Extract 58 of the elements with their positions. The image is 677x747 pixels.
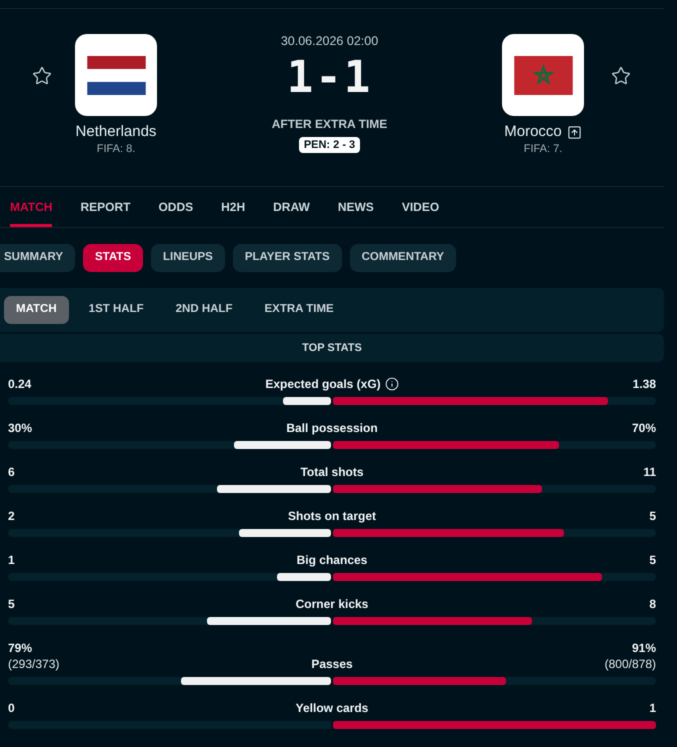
score-text: 1-1 <box>286 58 372 98</box>
nav-tab[interactable]: VIDEO <box>402 187 440 227</box>
section-tab[interactable]: COMMENTARY <box>350 244 456 272</box>
away-stat-value: 1 <box>649 700 656 716</box>
section-tab[interactable]: STATS <box>83 244 143 272</box>
stat-label: Ball possession <box>286 420 378 436</box>
away-stat-detail: (800/878) <box>604 656 656 672</box>
period-tab[interactable]: MATCH <box>4 296 69 324</box>
stat-label: Shots on target <box>288 508 376 524</box>
team-name[interactable]: Morocco <box>504 124 562 140</box>
home-stat-value: 1 <box>8 552 15 568</box>
home-stat-value: 79% <box>8 640 32 656</box>
away-stat-value: 5 <box>649 552 656 568</box>
stat-label: Expected goals (xG) <box>265 376 381 392</box>
nav-tab[interactable]: ODDS <box>158 187 194 227</box>
fifa-ranking: FIFA: 7. <box>524 143 562 155</box>
home-stat-value: 6 <box>8 464 15 480</box>
fifa-ranking: FIFA: 8. <box>96 143 136 155</box>
away-stat-value: 11 <box>643 464 656 480</box>
penalty-score-badge: PEN: 2 - 3 <box>298 137 360 153</box>
nav-tab[interactable]: H2H <box>221 187 246 227</box>
info-icon[interactable] <box>384 377 399 391</box>
team-name[interactable]: Netherlands <box>76 124 156 140</box>
stat-label: Yellow cards <box>296 700 368 716</box>
favorite-star-icon[interactable] <box>32 66 52 86</box>
home-stat-value: 0 <box>8 700 15 716</box>
section-tab[interactable]: PLAYER STATS <box>232 244 342 272</box>
away-stat-value: 70% <box>632 420 656 436</box>
period-tab[interactable]: EXTRA TIME <box>252 296 346 324</box>
team-logo-button[interactable] <box>75 34 157 116</box>
away-stat-value: 5 <box>649 508 656 524</box>
home-stat-value: 0.24 <box>8 376 32 392</box>
stat-label: Passes <box>311 656 353 672</box>
home-stat-value: 2 <box>8 508 15 524</box>
team-logo-button[interactable] <box>502 34 584 116</box>
nav-tab[interactable]: REPORT <box>80 187 130 227</box>
match-date: 30.06.2026 02:00 <box>280 34 378 48</box>
period-tab[interactable]: 2ND HALF <box>164 296 244 324</box>
stat-label: Corner kicks <box>296 596 368 612</box>
nav-tab[interactable]: MATCH <box>10 187 52 227</box>
star-flag-icon <box>514 56 572 94</box>
striped-flag-icon <box>86 56 146 94</box>
section-tab[interactable]: LINEUPS <box>151 244 225 272</box>
home-stat-value: 30% <box>8 420 32 436</box>
home-stat-value: 5 <box>8 596 15 612</box>
away-stat-value: 91% <box>632 640 656 656</box>
nav-tab[interactable]: NEWS <box>338 187 374 227</box>
favorite-star-icon[interactable] <box>611 66 631 86</box>
stat-label: Total shots <box>300 464 364 480</box>
nav-tab[interactable]: DRAW <box>273 187 310 227</box>
section-header: TOP STATS <box>0 334 664 362</box>
stat-label: Big chances <box>296 552 368 568</box>
match-status: AFTER EXTRA TIME <box>272 117 388 131</box>
away-stat-value: 1.38 <box>632 376 656 392</box>
section-tab[interactable]: SUMMARY <box>0 244 75 272</box>
period-tab[interactable]: 1ST HALF <box>76 296 156 324</box>
home-stat-detail: (293/373) <box>8 656 60 672</box>
away-stat-value: 8 <box>649 596 656 612</box>
